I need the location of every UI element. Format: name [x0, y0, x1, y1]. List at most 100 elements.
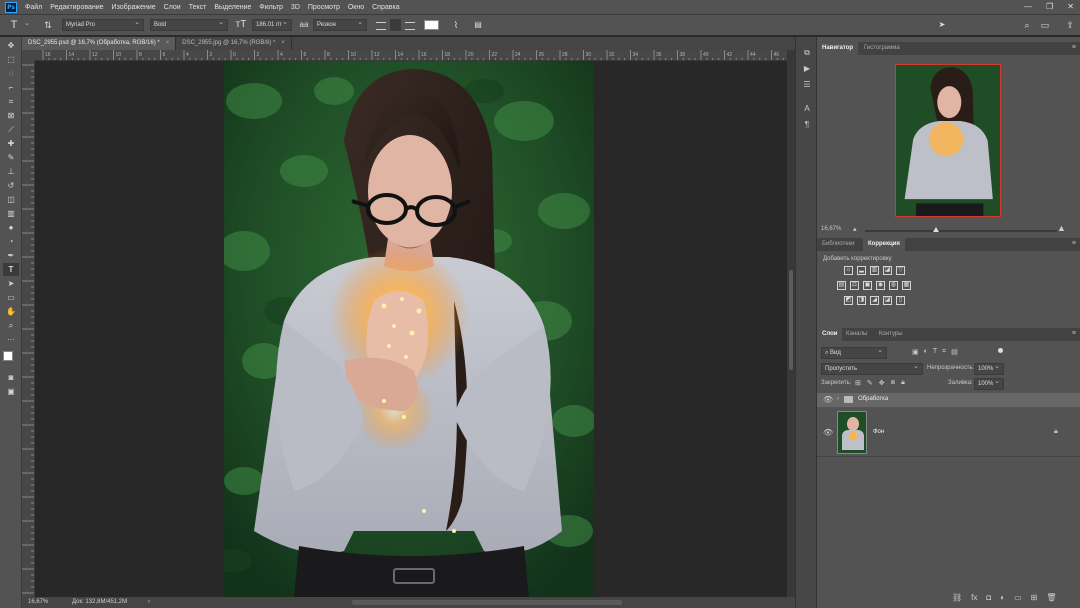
character-panel-icon[interactable]: ▤ [472, 19, 484, 31]
brush-tool-icon[interactable]: ✎ [3, 151, 19, 164]
more-tools-icon[interactable]: ··· [3, 333, 19, 346]
filter-smart-object-icon[interactable]: ▤ [951, 348, 958, 356]
menu-view[interactable]: Просмотр [308, 4, 340, 11]
scrollbar-thumb[interactable] [789, 270, 793, 370]
layer-row-background[interactable]: 👁︎ Фон 🔒︎ [817, 409, 1080, 457]
workspace-icon[interactable]: ▭ [1039, 19, 1051, 31]
frame-tool-icon[interactable]: ⊠ [3, 109, 19, 122]
eraser-tool-icon[interactable]: ◫ [3, 193, 19, 206]
zoom-tool-icon[interactable]: ⌕ [3, 319, 19, 332]
blend-mode-select[interactable]: Пропустить [821, 362, 923, 375]
tab-adjustments[interactable]: Коррекция [863, 238, 905, 251]
color-balance-icon[interactable]: ⚖ [850, 281, 859, 290]
layer-mask-icon[interactable]: ◘ [986, 593, 991, 602]
text-color-swatch[interactable] [424, 20, 439, 30]
posterize-icon[interactable]: ◨ [857, 296, 866, 305]
align-right-icon[interactable] [405, 22, 415, 30]
threshold-icon[interactable]: ◢ [870, 296, 879, 305]
tab-channels[interactable]: Каналы [841, 328, 872, 341]
menu-3d[interactable]: 3D [291, 4, 300, 11]
eyedropper-tool-icon[interactable]: ⟋ [3, 123, 19, 136]
menu-window[interactable]: Окно [348, 4, 364, 11]
exposure-icon[interactable]: ◪ [883, 266, 892, 275]
share-icon[interactable]: ⇧ [1064, 19, 1076, 31]
brightness-contrast-icon[interactable]: ☼ [844, 266, 853, 275]
crop-tool-icon[interactable]: ⌗ [3, 95, 19, 108]
channel-mixer-icon[interactable]: ◍ [889, 281, 898, 290]
move-tool-icon[interactable]: ✥ [3, 39, 19, 52]
tab-libraries[interactable]: Библиотеки [817, 238, 860, 251]
text-orientation-icon[interactable]: ⇅ [42, 19, 54, 31]
zoom-out-mountain-icon[interactable]: ▴ [853, 225, 857, 233]
panel-menu-icon[interactable]: ≡ [1072, 240, 1076, 247]
screen-mode-icon[interactable]: ▣ [3, 385, 19, 398]
font-size-select[interactable]: 186.01 пт [252, 18, 292, 31]
antialias-select[interactable]: Резкое [313, 18, 367, 31]
new-layer-icon[interactable]: ⊞ [1031, 593, 1038, 602]
hand-tool-icon[interactable]: ✋ [3, 305, 19, 318]
dodge-tool-icon[interactable]: ◔ [3, 235, 19, 248]
new-adjustment-layer-icon[interactable]: ◐ [1000, 593, 1005, 602]
layer-filter-select[interactable]: ⌕ Вид [821, 346, 887, 359]
menu-edit[interactable]: Редактирование [50, 4, 103, 11]
tab-psd[interactable]: DSC_2955.psd @ 16,7% (Обработка, RGB/16)… [22, 37, 177, 50]
zoom-slider-thumb[interactable] [933, 227, 939, 232]
filter-pixel-icon[interactable]: ▣ [912, 348, 919, 356]
zoom-in-mountain-icon[interactable]: ▲ [1057, 223, 1066, 233]
filter-shape-icon[interactable]: ⌗ [942, 348, 946, 356]
properties-panel-icon[interactable]: ☰ [801, 79, 813, 91]
align-center-icon[interactable] [390, 19, 401, 31]
quick-select-tool-icon[interactable]: ⌐ [3, 81, 19, 94]
warp-text-icon[interactable]: ⌇ [450, 19, 462, 31]
tab-histogram[interactable]: Гистограмма [859, 42, 905, 55]
history-brush-tool-icon[interactable]: ↺ [3, 179, 19, 192]
quick-mask-icon[interactable]: ◙ [3, 371, 19, 384]
levels-icon[interactable]: ▂ [857, 266, 866, 275]
link-layers-icon[interactable]: ⛓ [952, 593, 962, 602]
tab-jpg[interactable]: DSC_2955.jpg @ 16,7% (RGB/8) * × [176, 37, 292, 50]
restore-icon[interactable]: ❐ [1046, 2, 1053, 11]
menu-file[interactable]: Файл [25, 4, 42, 11]
lock-artboard-icon[interactable]: ⧈ [891, 379, 895, 387]
foreground-color-swatch[interactable] [3, 351, 13, 361]
history-panel-icon[interactable]: ⧉ [801, 47, 813, 59]
minimize-icon[interactable]: — [1024, 2, 1032, 11]
close-tab-icon[interactable]: × [281, 40, 285, 46]
menu-type[interactable]: Текст [189, 4, 207, 11]
visibility-eye-icon[interactable]: 👁︎ [823, 395, 833, 404]
close-tab-icon[interactable]: × [166, 40, 170, 46]
menu-help[interactable]: Справка [372, 4, 399, 11]
document-photo[interactable] [224, 61, 594, 597]
canvas-horizontal-scrollbar[interactable] [352, 600, 622, 605]
character-panel-icon[interactable]: A [801, 103, 813, 115]
filter-type-icon[interactable]: T [933, 348, 937, 356]
layer-row-group[interactable]: 👁︎ › Обработка [817, 393, 1080, 407]
zoom-level[interactable]: 16,67% [28, 597, 48, 608]
tool-preset-chevron-icon[interactable]: ⌄ [24, 19, 30, 31]
vibrance-icon[interactable]: ▽ [896, 266, 905, 275]
selective-color-icon[interactable]: ▯ [896, 296, 905, 305]
align-left-icon[interactable] [376, 22, 386, 30]
paragraph-panel-icon[interactable]: ¶ [801, 119, 813, 131]
gradient-map-icon[interactable]: ◪ [883, 296, 892, 305]
status-menu-arrow-icon[interactable]: › [148, 597, 150, 608]
pen-tool-icon[interactable]: ✒ [3, 249, 19, 262]
close-icon[interactable]: ✕ [1067, 2, 1074, 11]
menu-image[interactable]: Изображение [112, 4, 156, 11]
lasso-tool-icon[interactable]: ◌ [3, 67, 19, 80]
menu-layers[interactable]: Слои [164, 4, 181, 11]
menu-filter[interactable]: Фильтр [259, 4, 283, 11]
tab-layers[interactable]: Слои [817, 328, 843, 341]
blur-tool-icon[interactable]: ● [3, 221, 19, 234]
canvas-vertical-scrollbar[interactable] [787, 50, 795, 597]
lock-transparency-icon[interactable]: ⊞ [855, 379, 861, 387]
visibility-eye-icon[interactable]: 👁︎ [823, 428, 833, 437]
layer-style-icon[interactable]: fx [971, 593, 977, 602]
filter-toggle-icon[interactable] [998, 348, 1003, 353]
fill-input[interactable]: 100% [974, 377, 1004, 390]
font-family-select[interactable]: Myriad Pro [62, 18, 144, 31]
search-icon[interactable]: ⌕ [1021, 19, 1033, 31]
lock-all-icon[interactable]: 🔒︎ [901, 379, 905, 387]
lock-pixels-icon[interactable]: ✎ [867, 379, 873, 387]
marquee-tool-icon[interactable]: ⬚ [3, 53, 19, 66]
